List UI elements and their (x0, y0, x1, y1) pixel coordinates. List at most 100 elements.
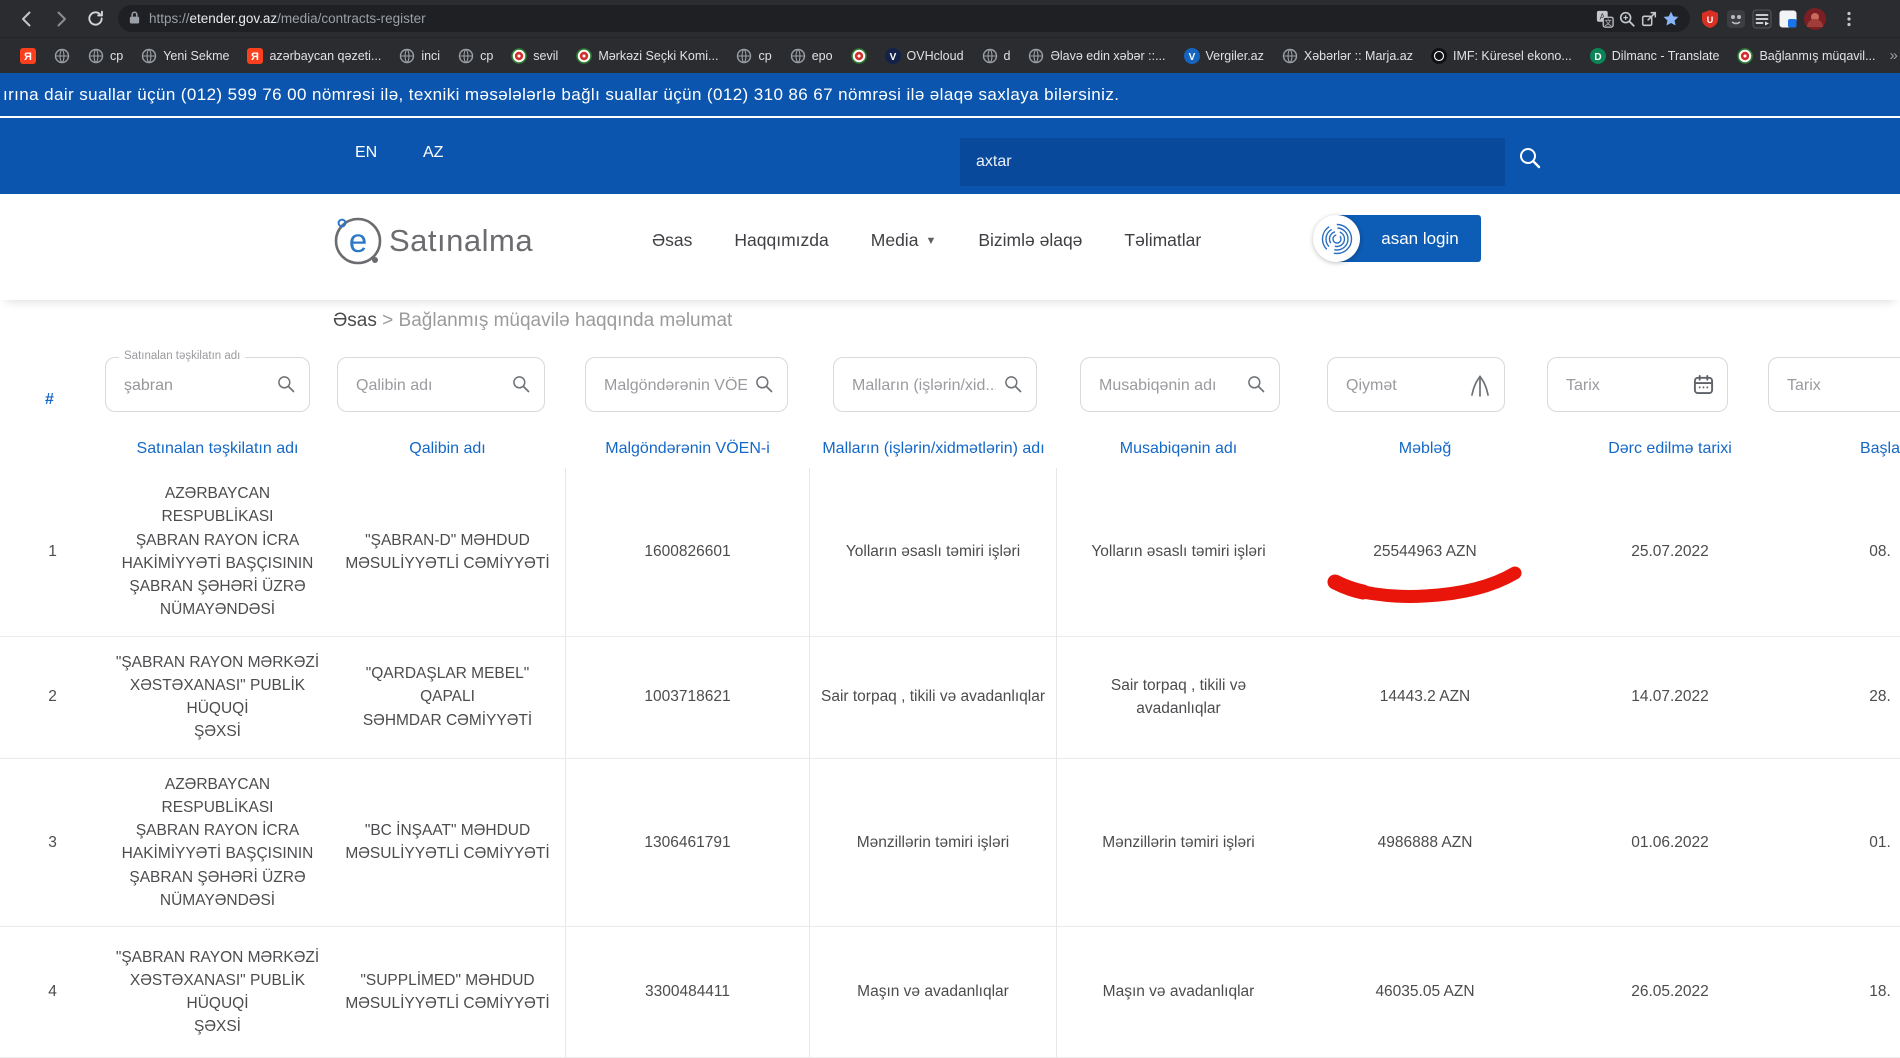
panel-ext-icon[interactable] (1778, 9, 1798, 29)
svg-text:Я: Я (252, 51, 260, 63)
table-cell: "BC İNŞAAT" MƏHDUD MƏSULİYYƏTLİ CƏMİYYƏT… (330, 759, 565, 927)
table-cell: Sair torpaq , tikili və avadanlıqlar (1057, 637, 1300, 758)
bookmark-item[interactable] (843, 45, 875, 67)
bookmark-item[interactable]: Яazərbaycan qəzeti... (239, 45, 389, 67)
bookmark-item[interactable]: epo (782, 45, 841, 67)
search-icon (276, 374, 296, 394)
table-cell: Yolların əsaslı təmiri işləri (1057, 468, 1300, 636)
bookmark-item[interactable] (46, 45, 78, 67)
breadcrumb-home-link[interactable]: Əsas (333, 310, 377, 331)
browser-toolbar: https://etender.gov.az/media/contracts-r… (0, 0, 1900, 37)
globe-icon (458, 48, 474, 64)
bookmark-item[interactable]: Əlavə edin xəbər ::... (1020, 45, 1173, 67)
bookmark-item[interactable]: d (974, 45, 1019, 67)
filter-box-2 (585, 357, 788, 412)
zoom-icon[interactable] (1618, 10, 1636, 28)
table-cell: "SUPPLİMED" MƏHDUD MƏSULİYYƏTLİ CƏMİYYƏT… (330, 927, 565, 1057)
bookmark-item[interactable]: cp (80, 45, 131, 67)
satinalma-logo[interactable]: e Satınalma (333, 216, 533, 266)
filter-box-5 (1327, 357, 1505, 412)
globe-icon (1282, 48, 1298, 64)
yandex-icon: Я (247, 48, 263, 64)
dark-ext-icon[interactable] (1726, 9, 1746, 29)
emblem-icon (576, 48, 592, 64)
svg-text:V: V (1188, 52, 1195, 63)
table-cell: 01. (1790, 759, 1900, 927)
translate-icon[interactable]: A文 (1596, 10, 1614, 28)
filter-box-1 (337, 357, 545, 412)
filter-input-4[interactable] (1097, 358, 1241, 413)
bookmark-item[interactable]: Yeni Sekme (133, 45, 237, 67)
bookmark-label: azərbaycan qəzeti... (269, 49, 381, 63)
share-icon[interactable] (1640, 10, 1658, 28)
lock-icon[interactable] (128, 10, 141, 28)
asan-login-button[interactable]: asan login (1313, 215, 1481, 262)
star-icon[interactable] (1662, 10, 1680, 28)
filter-input-6[interactable] (1564, 358, 1689, 413)
bookmark-item[interactable]: cp (450, 45, 501, 67)
bookmarks-overflow-chevron[interactable]: » (1886, 47, 1900, 64)
lang-az-link[interactable]: AZ (423, 144, 443, 162)
table-cell: Mənzillərin təmiri işləri (1057, 759, 1300, 927)
back-icon[interactable] (10, 5, 44, 33)
column-header: Satınalan təşkilatın adı (105, 430, 330, 468)
avatar[interactable] (1798, 5, 1832, 33)
yandex-icon: Я (20, 48, 36, 64)
menu-item-haqq-m-zda[interactable]: Haqqımızda (734, 230, 828, 251)
filter-input-0[interactable] (122, 358, 271, 413)
filter-input-3[interactable] (850, 358, 998, 413)
list-ext-icon[interactable] (1752, 9, 1772, 29)
lang-en-link[interactable]: EN (355, 144, 377, 162)
table-cell: 28. (1790, 637, 1900, 758)
search-icon[interactable] (1518, 146, 1542, 175)
bookmark-item[interactable]: VVergiler.az (1176, 45, 1272, 67)
breadcrumb-separator: > (382, 310, 393, 331)
bookmark-label: cp (758, 49, 771, 63)
reload-icon[interactable] (78, 5, 112, 33)
menu-item-media[interactable]: Media▼ (871, 230, 937, 251)
bookmark-item[interactable]: inci (391, 45, 448, 67)
site-search-input[interactable] (960, 138, 1505, 186)
bookmark-label: Mərkəzi Seçki Komi... (598, 49, 718, 63)
svg-text:e: e (349, 222, 367, 259)
url-bar[interactable]: https://etender.gov.az/media/contracts-r… (118, 5, 1690, 32)
bookmark-item[interactable]: VOVHcloud (877, 45, 972, 67)
forward-icon[interactable] (44, 5, 78, 33)
bookmark-item[interactable]: cp (728, 45, 779, 67)
kebab-menu-icon[interactable] (1832, 5, 1866, 33)
table-cell: 26.05.2022 (1550, 927, 1790, 1057)
column-header: Başla (1790, 430, 1900, 468)
menu-item--sas[interactable]: Əsas (652, 230, 692, 251)
bookmark-label: d (1004, 49, 1011, 63)
asan-login-label: asan login (1381, 229, 1459, 249)
red-marker-annotation (1325, 566, 1525, 606)
menu-item-label: Media (871, 230, 919, 251)
menu-item-label: Haqqımızda (734, 230, 828, 251)
bookmark-item[interactable]: Bağlanmış müqavil... (1729, 45, 1883, 67)
filter-input-1[interactable] (354, 358, 506, 413)
filter-box-6 (1547, 357, 1728, 412)
bookmark-label: OVHcloud (907, 49, 964, 63)
top-navbar: EN AZ (0, 116, 1900, 194)
shield-ext-icon[interactable]: U (1700, 9, 1720, 29)
table-cell: AZƏRBAYCAN RESPUBLİKASI ŞABRAN RAYON İCR… (105, 759, 330, 927)
filter-input-5[interactable] (1344, 358, 1466, 413)
bookmark-item[interactable]: Mərkəzi Seçki Komi... (568, 45, 726, 67)
table-cell: 46035.05 AZN (1300, 927, 1550, 1057)
bookmark-item[interactable]: DDilmanc - Translate (1582, 45, 1728, 67)
table-cell: 1 (0, 468, 105, 636)
bookmark-item[interactable]: sevil (503, 45, 566, 67)
filter-input-2[interactable] (602, 358, 749, 413)
table-cell: 25.07.2022 (1550, 468, 1790, 636)
bookmark-item[interactable]: Я (12, 45, 44, 67)
menu-item-t-limatlar[interactable]: Təlimatlar (1124, 230, 1201, 251)
menu-item-biziml-laq-[interactable]: Bizimlə əlaqə (978, 230, 1082, 251)
table-cell: 25544963 AZN (1300, 468, 1550, 636)
filter-input-7[interactable] (1785, 358, 1900, 413)
menu-item-label: Təlimatlar (1124, 230, 1201, 251)
table-header-row: Satınalan təşkilatın adıQalibin adıMalgö… (0, 430, 1900, 469)
bookmark-item[interactable]: Xəbərlər :: Marja.az (1274, 45, 1421, 67)
globe-icon (141, 48, 157, 64)
bookmark-item[interactable]: IMF: Küresel ekono... (1423, 45, 1580, 67)
column-header (0, 430, 105, 468)
